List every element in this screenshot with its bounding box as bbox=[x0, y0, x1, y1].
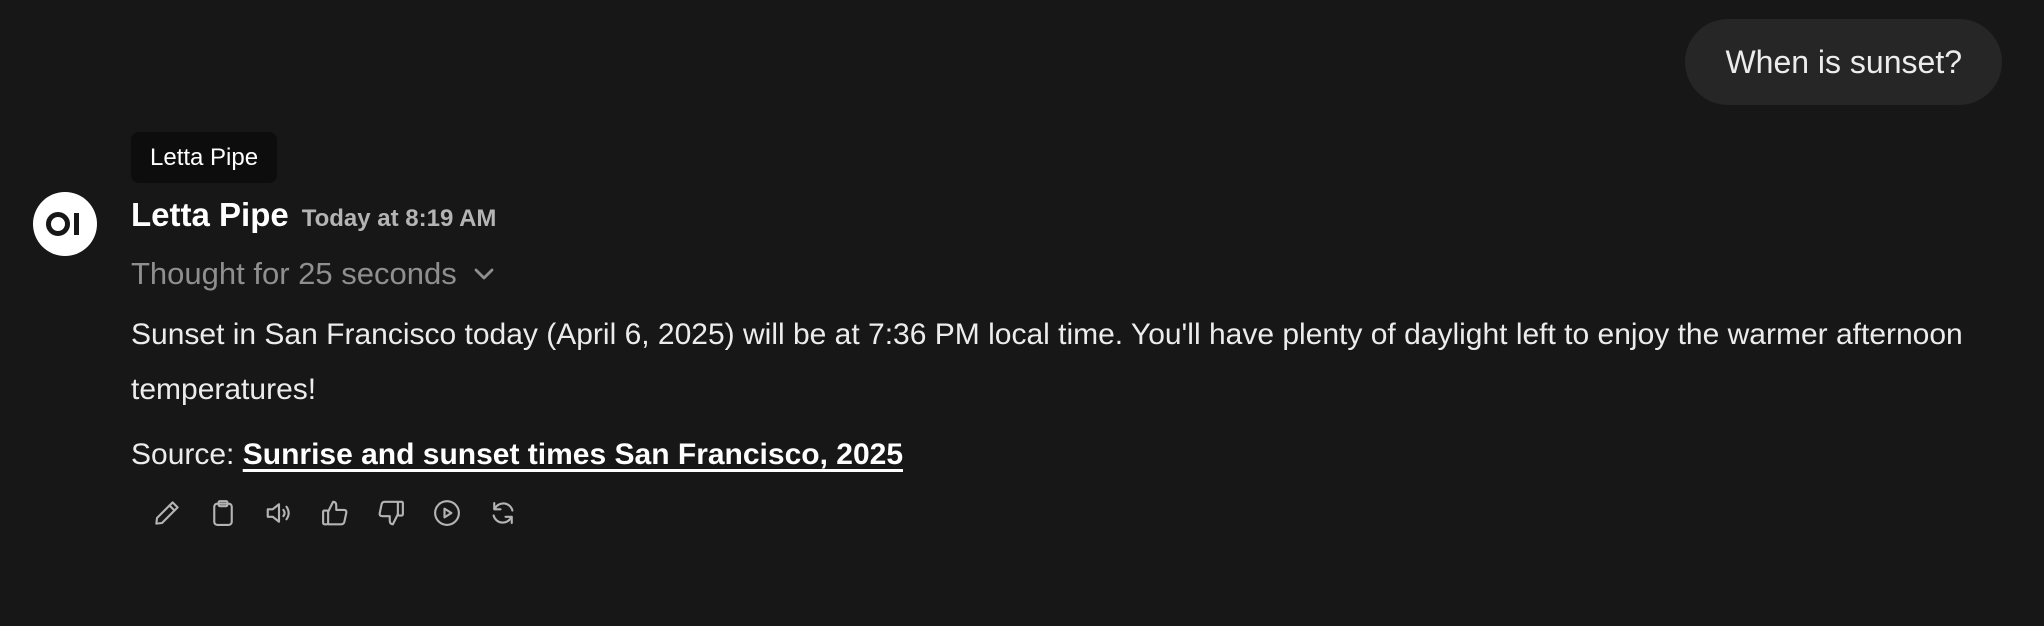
thumbs-up-icon bbox=[322, 500, 348, 526]
chat-page: When is sunset? Letta Pipe Letta Pipe To… bbox=[0, 0, 2044, 626]
continue-response-button[interactable] bbox=[419, 489, 475, 537]
answer-text: Sunset in San Francisco today (April 6, … bbox=[131, 318, 1963, 406]
read-aloud-button[interactable] bbox=[251, 489, 307, 537]
edit-button[interactable] bbox=[139, 489, 195, 537]
chevron-down-icon bbox=[473, 267, 495, 281]
user-message-bubble: When is sunset? bbox=[1685, 19, 2002, 105]
thought-label: Thought for 25 seconds bbox=[131, 256, 457, 291]
thought-toggle[interactable]: Thought for 25 seconds bbox=[131, 253, 2011, 295]
source-link[interactable]: Sunrise and sunset times San Francisco, … bbox=[243, 438, 903, 471]
play-circle-icon bbox=[434, 500, 460, 526]
assistant-header: Letta Pipe Today at 8:19 AM bbox=[131, 196, 2011, 242]
clipboard-icon bbox=[213, 500, 233, 526]
speaker-icon bbox=[266, 503, 290, 523]
regenerate-button[interactable] bbox=[475, 489, 531, 537]
pencil-icon bbox=[155, 501, 179, 525]
bad-response-button[interactable] bbox=[363, 489, 419, 537]
source-prefix: Source: bbox=[131, 438, 243, 471]
good-response-button[interactable] bbox=[307, 489, 363, 537]
model-name-tooltip: Letta Pipe bbox=[131, 132, 278, 183]
assistant-avatar bbox=[33, 192, 97, 256]
tooltip-text: Letta Pipe bbox=[150, 143, 259, 171]
user-message-text: When is sunset? bbox=[1725, 43, 1962, 80]
copy-button[interactable] bbox=[195, 489, 251, 537]
message-timestamp: Today at 8:19 AM bbox=[301, 205, 497, 232]
assistant-name: Letta Pipe bbox=[131, 196, 289, 233]
message-actions bbox=[139, 489, 2011, 537]
thumbs-down-icon bbox=[378, 500, 404, 526]
source-line: Source: Sunrise and sunset times San Fra… bbox=[131, 433, 2011, 477]
refresh-icon bbox=[492, 501, 514, 525]
openwebui-logo-icon bbox=[46, 212, 79, 236]
assistant-message: Letta Pipe Today at 8:19 AM Thought for … bbox=[131, 196, 2011, 537]
